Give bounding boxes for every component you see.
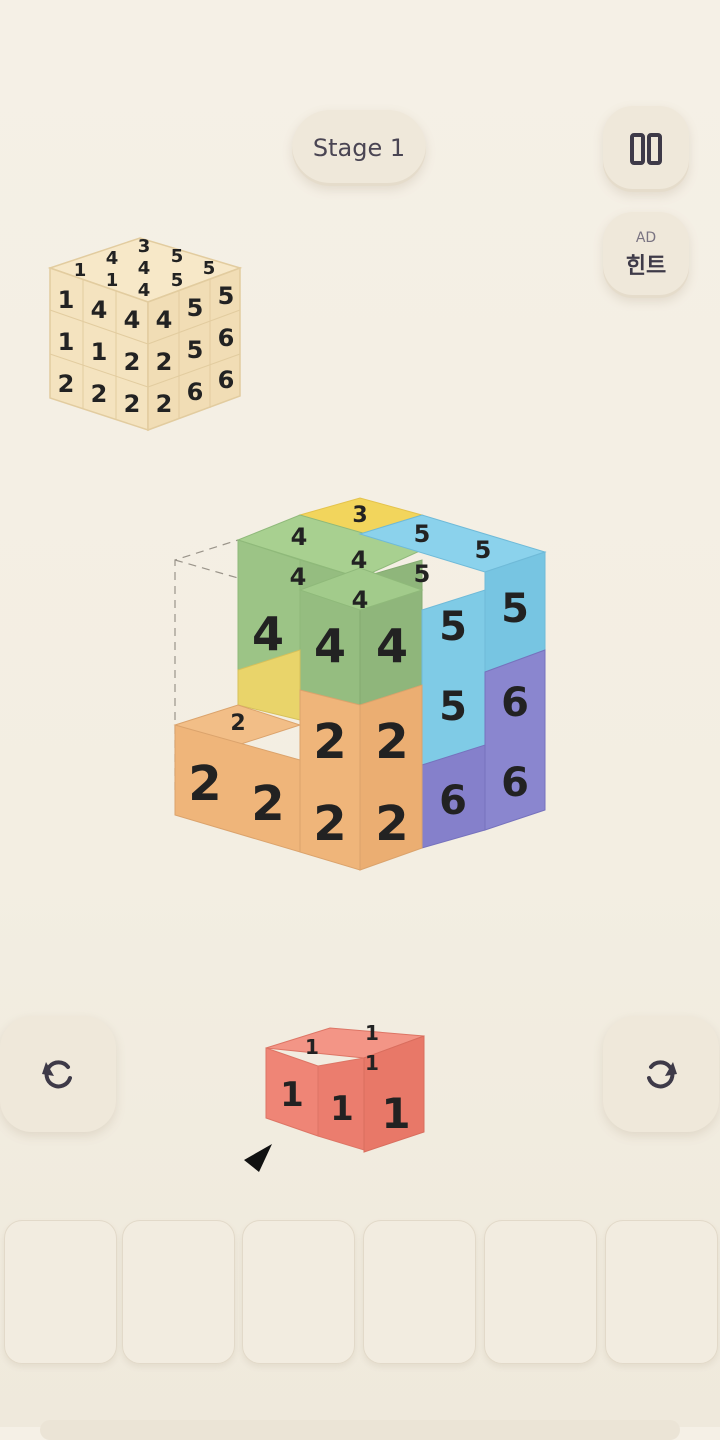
preview-right-number: 5 (187, 294, 204, 322)
preview-front-number: 2 (124, 390, 141, 418)
orange-piece-number: 2 (375, 714, 408, 770)
rotate-left-icon (42, 1060, 72, 1089)
rotate-right-icon (647, 1060, 677, 1089)
pointer-arrow-icon (244, 1144, 272, 1172)
bottom-bar (40, 1420, 680, 1440)
orange-piece-number: 2 (313, 796, 346, 852)
tray-slot[interactable] (122, 1220, 235, 1364)
puzzle-cube[interactable]: 3 4 4 4 4 4 4 4 5 5 5 5 5 5 6 6 6 2 2 2 … (160, 490, 560, 880)
blue-piece-number: 5 (414, 560, 431, 588)
tray-slot[interactable] (242, 1220, 355, 1364)
tray-slot[interactable] (605, 1220, 718, 1364)
preview-right-number: 5 (218, 282, 235, 310)
blue-piece-number: 5 (475, 536, 492, 564)
blue-piece-number: 5 (501, 586, 529, 632)
orange-piece-number: 2 (251, 776, 284, 832)
purple-piece-number: 6 (501, 680, 529, 726)
piece-number: 1 (305, 1035, 319, 1059)
preview-front-number: 2 (124, 348, 141, 376)
preview-top-number: 1 (106, 270, 119, 291)
preview-top-number: 3 (138, 236, 151, 257)
target-preview-cube: 3 4 5 1 4 5 1 4 5 1 4 4 1 1 2 2 2 2 4 5 … (47, 236, 243, 432)
yellow-piece-number: 3 (352, 503, 367, 528)
orange-piece-number: 2 (375, 796, 408, 852)
preview-front-number: 2 (91, 380, 108, 408)
blue-piece-number: 5 (414, 520, 431, 548)
blue-piece-number: 5 (439, 684, 467, 730)
purple-piece-number: 6 (439, 778, 467, 824)
preview-front-number: 4 (124, 306, 141, 334)
rotate-right-button[interactable] (603, 1016, 719, 1132)
preview-right-number: 2 (156, 348, 173, 376)
green-piece-number: 4 (252, 607, 284, 661)
current-piece[interactable]: 1 1 1 1 1 1 (260, 1008, 430, 1158)
preview-right-number: 6 (187, 378, 204, 406)
green-piece-number: 4 (314, 619, 346, 673)
preview-front-number: 1 (58, 328, 75, 356)
preview-top-number: 5 (203, 258, 216, 279)
hint-button[interactable]: AD 힌트 (603, 212, 689, 298)
preview-right-number: 6 (218, 366, 235, 394)
preview-right-number: 4 (156, 306, 173, 334)
pause-button[interactable] (603, 106, 689, 192)
purple-piece-number: 6 (501, 760, 529, 806)
preview-right-number: 6 (218, 324, 235, 352)
hint-label: 힌트 (625, 254, 667, 279)
preview-right-number: 2 (156, 390, 173, 418)
stage-label: Stage 1 (292, 110, 426, 186)
preview-top-number: 4 (106, 248, 119, 269)
orange-piece-number: 2 (188, 756, 221, 812)
green-piece-number: 4 (352, 586, 369, 614)
preview-top-number: 4 (138, 280, 151, 301)
orange-piece-number: 2 (230, 711, 245, 736)
preview-top-number: 5 (171, 270, 184, 291)
preview-front-number: 4 (91, 296, 108, 324)
piece-number: 1 (365, 1021, 379, 1045)
preview-right-number: 5 (187, 336, 204, 364)
preview-top-number: 4 (138, 258, 151, 279)
green-piece-number: 4 (351, 546, 368, 574)
piece-number: 1 (365, 1051, 379, 1075)
ad-label: AD (635, 230, 657, 246)
tray-slot[interactable] (484, 1220, 597, 1364)
pause-icon (630, 133, 662, 165)
stage-label-text: Stage 1 (312, 134, 406, 162)
orange-piece-number: 2 (313, 714, 346, 770)
preview-top-number: 5 (171, 246, 184, 267)
piece-number: 1 (330, 1089, 354, 1129)
rotate-left-button[interactable] (0, 1016, 116, 1132)
piece-number: 1 (381, 1089, 410, 1138)
tray-slot[interactable] (363, 1220, 476, 1364)
green-piece-number: 4 (290, 563, 307, 591)
preview-top-number: 1 (74, 260, 87, 281)
preview-front-number: 2 (58, 370, 75, 398)
blue-piece-number: 5 (439, 604, 467, 650)
preview-front-number: 1 (91, 338, 108, 366)
preview-front-number: 1 (58, 286, 75, 314)
piece-number: 1 (280, 1075, 304, 1115)
tray-slot[interactable] (4, 1220, 117, 1364)
green-piece-number: 4 (376, 619, 408, 673)
green-piece-number: 4 (291, 523, 308, 551)
